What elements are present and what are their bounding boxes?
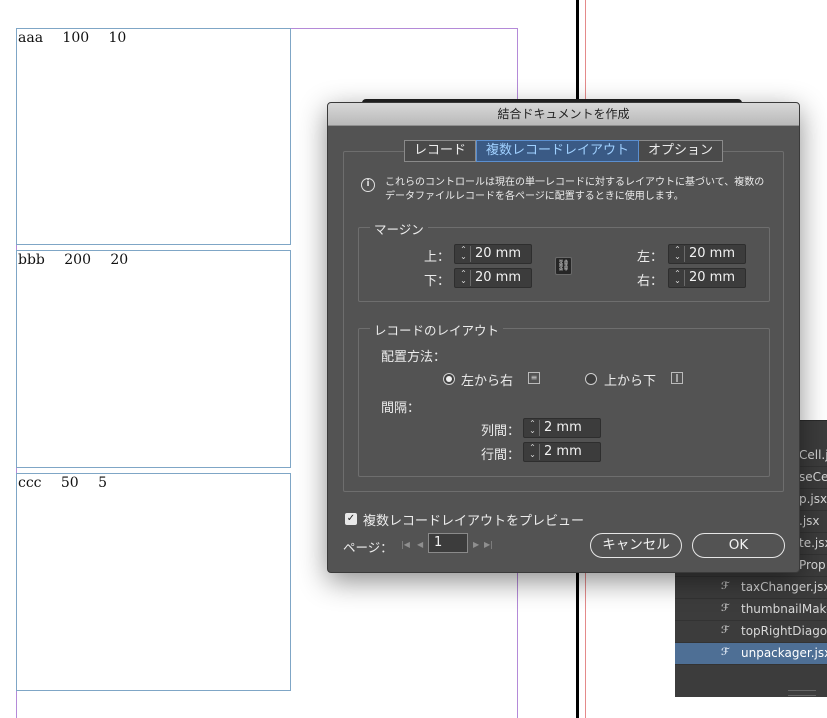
row-spacing-field[interactable]: ⌃ ⌄ 2 mm	[523, 442, 601, 462]
script-name: p.jsx	[799, 492, 827, 506]
ok-button[interactable]: OK	[692, 533, 785, 558]
record-text: aaa 100 10	[18, 30, 127, 46]
tab-options[interactable]: オプション	[639, 140, 724, 162]
script-item[interactable]: ℱtaxChanger.jsx	[675, 577, 827, 599]
script-name: Cell.j	[799, 448, 827, 462]
script-name: Prop	[799, 558, 826, 572]
tab-record[interactable]: レコード	[404, 140, 477, 162]
script-icon: ℱ	[721, 603, 730, 614]
text-frame-1[interactable]: aaa 100 10	[16, 28, 291, 245]
script-name: te.jsx	[799, 536, 827, 550]
left-margin-label: 左：	[636, 250, 663, 265]
cancel-button[interactable]: キャンセル	[590, 533, 682, 558]
column-spacing-field[interactable]: ⌃ ⌄ 2 mm	[523, 418, 601, 438]
script-icon: ℱ	[721, 581, 730, 592]
dialog-title: 結合ドキュメントを作成	[328, 103, 799, 126]
field-value: 2 mm	[544, 444, 582, 459]
left-margin-field[interactable]: ⌃ ⌄ 20 mm	[668, 244, 746, 264]
stepper-arrows-icon[interactable]: ⌃ ⌄	[671, 246, 685, 262]
bottom-margin-label: 下：	[423, 274, 450, 289]
info-text: これらのコントロールは現在の単一レコードに対するレイアウトに基づいて、複数の デ…	[385, 176, 775, 204]
script-item[interactable]: ℱthumbnailMake	[675, 599, 827, 621]
bottom-margin-field[interactable]: ⌃ ⌄ 20 mm	[454, 268, 532, 288]
info-icon: i	[361, 178, 375, 192]
spacing-label: 間隔：	[381, 401, 421, 416]
stepper-arrows-icon[interactable]: ⌃ ⌄	[671, 270, 685, 286]
preview-label[interactable]: 複数レコードレイアウトをプレビュー	[363, 510, 584, 529]
top-to-bottom-radio[interactable]	[585, 373, 597, 385]
left-to-right-radio[interactable]	[443, 373, 455, 385]
script-item[interactable]: ℱtopRightDiago	[675, 621, 827, 643]
row-spacing-label: 行間：	[480, 448, 520, 463]
stepper-arrows-icon[interactable]: ⌃ ⌄	[526, 420, 540, 436]
script-item-selected[interactable]: ℱunpackager.jsx	[675, 643, 827, 665]
script-name: unpackager.jsx	[741, 646, 827, 660]
page-label: ページ：	[343, 540, 393, 555]
script-name: taxChanger.jsx	[741, 580, 827, 594]
script-icon: ℱ	[721, 625, 730, 636]
record-layout-group-title: レコードのレイアウト	[370, 320, 504, 339]
stepper-arrows-icon[interactable]: ⌃ ⌄	[457, 270, 471, 286]
script-name: .jsx	[799, 514, 820, 528]
preview-checkbox[interactable]: ✓	[345, 513, 357, 525]
next-page-icon[interactable]: ▶	[473, 540, 479, 549]
last-page-icon[interactable]: ▶|	[484, 540, 493, 549]
right-margin-field[interactable]: ⌃ ⌄ 20 mm	[668, 268, 746, 288]
field-value: 20 mm	[689, 246, 736, 261]
column-spacing-label: 列間：	[480, 424, 520, 439]
script-icon: ℱ	[721, 647, 730, 658]
text-frame-3[interactable]: ccc 50 5	[16, 473, 291, 691]
field-value: 2 mm	[544, 420, 582, 435]
text-frame-2[interactable]: bbb 200 20	[16, 250, 291, 468]
top-margin-field[interactable]: ⌃ ⌄ 20 mm	[454, 244, 532, 264]
left-to-right-label[interactable]: 左から右	[461, 370, 513, 389]
field-value: 20 mm	[475, 246, 522, 261]
chain-link-icon[interactable]: ⛓	[555, 257, 572, 275]
panel-resize-grip[interactable]	[788, 690, 816, 696]
left-to-right-icon: ≡	[528, 372, 540, 384]
stepper-arrows-icon[interactable]: ⌃ ⌄	[526, 444, 540, 460]
info-line: これらのコントロールは現在の単一レコードに対するレイアウトに基づいて、複数の	[385, 177, 765, 188]
info-line: データファイルレコードを各ページに配置するときに使用します。	[385, 191, 684, 202]
top-margin-label: 上：	[423, 250, 450, 265]
record-text: bbb 200 20	[18, 252, 129, 268]
top-to-bottom-icon: ‖	[671, 372, 683, 384]
script-name: thumbnailMake	[741, 602, 827, 616]
first-page-icon[interactable]: |◀	[401, 540, 410, 549]
page-number-field[interactable]: 1	[428, 533, 468, 553]
script-name: topRightDiago	[741, 624, 827, 638]
margins-group-title: マージン	[370, 219, 428, 238]
previous-page-icon[interactable]: ◀	[417, 540, 423, 549]
tab-multiple-record-layout[interactable]: 複数レコードレイアウト	[476, 140, 640, 162]
field-value: 20 mm	[475, 270, 522, 285]
right-margin-label: 右：	[636, 274, 663, 289]
script-name: seCe	[799, 470, 827, 484]
field-value: 20 mm	[689, 270, 736, 285]
tab-bar: レコード 複数レコードレイアウト オプション	[404, 140, 724, 162]
create-merged-document-dialog: 結合ドキュメントを作成 レコード 複数レコードレイアウト オプション i これら…	[327, 102, 800, 573]
arrangement-label: 配置方法：	[381, 350, 447, 365]
record-text: ccc 50 5	[18, 475, 107, 491]
stepper-arrows-icon[interactable]: ⌃ ⌄	[457, 246, 471, 262]
top-to-bottom-label[interactable]: 上から下	[604, 370, 656, 389]
